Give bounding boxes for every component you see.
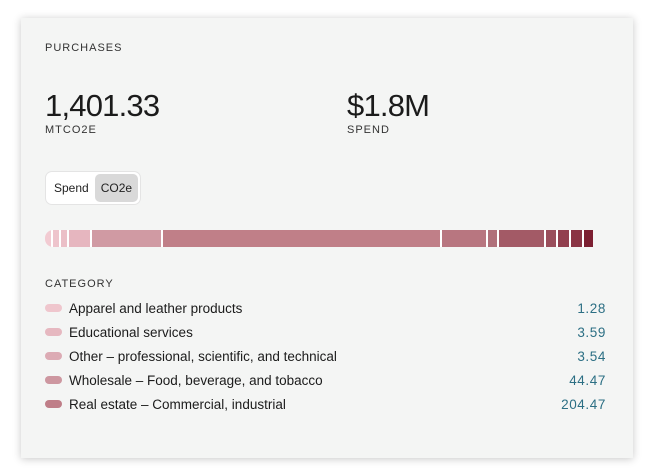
bar-segment[interactable]	[91, 230, 163, 247]
category-list: Apparel and leather products 1.28 Educat…	[45, 296, 606, 416]
category-swatch	[45, 400, 62, 408]
category-row[interactable]: Other – professional, scientific, and te…	[45, 344, 606, 368]
bar-segment[interactable]	[546, 230, 559, 247]
category-swatch	[45, 304, 62, 312]
bar-segment[interactable]	[584, 230, 593, 247]
bar-segment[interactable]	[558, 230, 572, 247]
bar-segment[interactable]	[499, 230, 547, 247]
emissions-value: 1,401.33	[45, 88, 160, 123]
bar-segment[interactable]	[45, 230, 53, 247]
category-breakdown-bar	[45, 230, 605, 247]
spend-co2e-toggle: Spend CO2e	[46, 172, 141, 204]
bar-segment[interactable]	[162, 230, 442, 247]
bar-segment[interactable]	[52, 230, 61, 247]
bar-segment[interactable]	[441, 230, 488, 247]
bar-segment[interactable]	[68, 230, 92, 247]
emissions-unit-label: MTCO2E	[45, 124, 97, 136]
spend-metric: $1.8M SPEND	[347, 88, 430, 136]
toggle-option-co2e[interactable]: CO2e	[94, 174, 139, 202]
category-label: Real estate – Commercial, industrial	[69, 396, 286, 412]
category-label: Educational services	[69, 324, 193, 340]
category-row[interactable]: Educational services 3.59	[45, 320, 606, 344]
category-row[interactable]: Apparel and leather products 1.28	[45, 296, 606, 320]
category-header: CATEGORY	[45, 278, 114, 290]
category-swatch	[45, 376, 62, 384]
category-label: Wholesale – Food, beverage, and tobacco	[69, 372, 323, 388]
category-value: 1.28	[577, 300, 606, 316]
card-title: PURCHASES	[45, 42, 123, 54]
bar-segment[interactable]	[60, 230, 69, 247]
category-row[interactable]: Real estate – Commercial, industrial 204…	[45, 392, 606, 416]
bar-segment[interactable]	[487, 230, 500, 247]
spend-label: SPEND	[347, 124, 390, 136]
spend-value: $1.8M	[347, 88, 430, 123]
bar-segment[interactable]	[571, 230, 585, 247]
category-label: Apparel and leather products	[69, 300, 243, 316]
category-row[interactable]: Wholesale – Food, beverage, and tobacco …	[45, 368, 606, 392]
category-value: 204.47	[561, 396, 606, 412]
toggle-option-spend[interactable]: Spend	[48, 174, 95, 202]
category-label: Other – professional, scientific, and te…	[69, 348, 337, 364]
category-value: 44.47	[569, 372, 606, 388]
category-swatch	[45, 352, 62, 360]
emissions-metric: 1,401.33 MTCO2E	[45, 88, 160, 136]
category-swatch	[45, 328, 62, 336]
category-value: 3.59	[577, 324, 606, 340]
category-value: 3.54	[577, 348, 606, 364]
purchases-card: PURCHASES 1,401.33 MTCO2E $1.8M SPEND Sp…	[21, 18, 633, 458]
